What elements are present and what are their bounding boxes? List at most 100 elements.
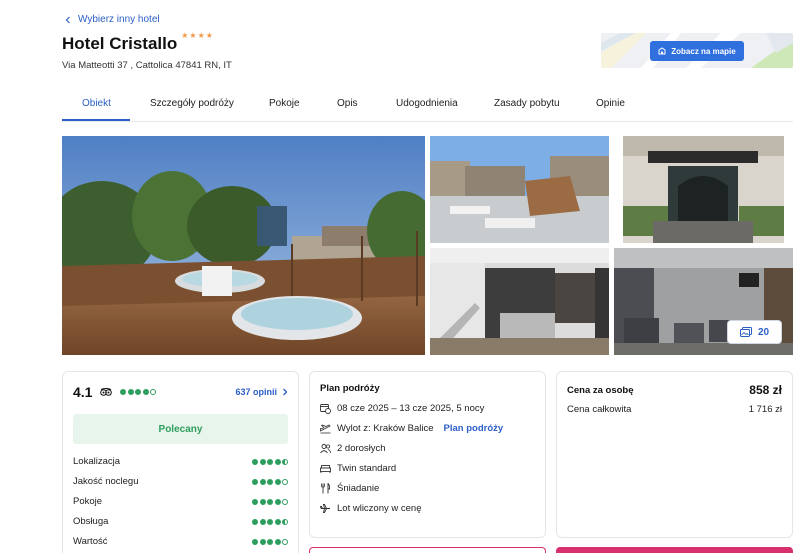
price-total-label: Cena całkowita [567,403,632,415]
rating-category-dots [252,538,288,545]
tab-description[interactable]: Opis [337,98,358,109]
map-button-label: Zobacz na mapie [671,46,736,56]
rating-dot [274,458,281,465]
tab-rooms[interactable]: Pokoje [269,98,300,109]
rating-dot [252,518,258,525]
trip-plan-title: Plan podróży [320,383,380,394]
rating-dot [252,538,258,545]
rating-category-row: Jakość noclegu [73,476,288,487]
chevron-left-icon [65,16,70,23]
rating-dot [282,478,288,485]
rating-category-label: Obsługa [73,516,109,527]
trip-dates: 08 cze 2025 – 13 cze 2025, 5 nocy [337,402,485,414]
rating-score: 4.1 [73,384,93,400]
photo-hotel-entrance[interactable] [623,136,784,243]
rating-category-dots [252,458,288,465]
main-photo-rooftop-jacuzzi[interactable] [62,136,425,355]
tab-amenities[interactable]: Udogodnienia [396,98,458,109]
room-row: Twin standard [320,462,535,474]
rating-category-label: Lokalizacja [73,456,120,467]
bed-icon [320,464,331,473]
rating-dot [120,389,127,395]
rating-dot [274,498,281,505]
section-tabs: Obiekt Szczegóły podróży Pokoje Opis Udo… [62,92,793,122]
back-to-hotels-link[interactable]: Wybierz inny hotel [64,14,160,25]
hotel-address: Via Matteotti 37 , Cattolica 47841 RN, I… [62,60,232,71]
rating-dot [142,389,149,395]
active-tab-indicator [62,119,130,121]
star-icon: ★ [197,31,205,40]
rating-category-label: Wartość [73,536,108,547]
rating-dot [274,478,281,485]
gallery-icon [739,327,752,337]
rating-category-row: Lokalizacja [73,456,288,467]
rating-dot [259,478,266,485]
tab-trip-details[interactable]: Szczegóły podróży [150,98,234,109]
reviews-link[interactable]: 637 opinii [235,387,288,397]
rating-dot [282,498,288,505]
board-row: Śniadanie [320,482,535,494]
hotel-name: Hotel Cristallo [62,34,178,53]
rating-card: 4.1 637 opinii Polecany Lokalizacja Jakoś… [62,371,299,553]
photo-count: 20 [757,326,770,338]
rating-dot [127,389,134,395]
hotel-title-row: Hotel Cristallo ★ ★ ★ ★ [62,32,213,54]
rating-dot [282,518,288,525]
room-type: Twin standard [337,462,397,474]
trip-plan-card: Plan podróży 08 cze 2025 – 13 cze 2025, … [309,371,546,538]
cutlery-icon [321,482,331,493]
price-card: Cena za osobę 858 zł Cena całkowita 1 71… [556,371,793,538]
rating-dot [259,538,266,545]
users-icon [320,443,331,453]
rating-dot [267,538,273,545]
rating-dot [267,498,273,505]
rating-dot [282,458,288,465]
rating-dot [259,518,266,525]
rating-category-label: Pokoje [73,496,103,507]
trip-dates-row: 08 cze 2025 – 13 cze 2025, 5 nocy [320,402,535,414]
star-icon: ★ [205,31,213,40]
plane-takeoff-icon [320,424,331,433]
guests-count: 2 dorosłych [337,442,386,454]
photo-lobby-bar[interactable] [430,248,609,355]
departure-row: Wylot z: Kraków Balice Plan podróży [320,422,535,434]
rating-dot [150,389,157,395]
rating-dot [274,518,281,525]
show-on-map-button[interactable]: Zobacz na mapie [650,41,744,61]
rating-category-dots [252,478,288,485]
photo-count-button[interactable]: 20 [727,320,782,344]
guests-row: 2 dorosłych [320,442,535,454]
board-type: Śniadanie [337,482,380,494]
plane-icon [320,503,330,513]
flight-row: Lot wliczony w cenę [320,502,535,514]
rating-dot [252,458,258,465]
tab-property[interactable]: Obiekt [82,98,111,109]
hotel-stars: ★ ★ ★ ★ [181,32,213,40]
rating-category-row: Pokoje [73,496,288,507]
star-icon: ★ [189,31,197,40]
calendar-plane-icon [320,403,331,414]
rating-dot [267,458,273,465]
photo-rooftop-terrace[interactable] [430,136,609,243]
rating-category-row: Wartość [73,536,288,547]
chevron-right-icon [283,388,288,396]
secondary-action-button[interactable] [309,547,546,553]
rating-category-dots [252,498,288,505]
overall-rating-dots [120,389,157,395]
rating-dot [135,389,142,395]
rating-dot [259,498,266,505]
tab-rules[interactable]: Zasady pobytu [494,98,560,109]
primary-action-button[interactable] [556,547,793,553]
rating-dot [267,518,273,525]
trip-plan-link[interactable]: Plan podróży [444,423,504,434]
price-per-person-value: 858 zł [749,383,782,397]
back-link-label: Wybierz inny hotel [78,14,160,25]
tab-reviews[interactable]: Opinie [596,98,625,109]
rating-dot [267,478,273,485]
flight-included: Lot wliczony w cenę [337,502,422,514]
departure-airport: Wylot z: Kraków Balice [337,422,434,434]
rating-category-row: Obsługa [73,516,288,527]
price-total-value: 1 716 zł [748,403,782,415]
rating-dot [274,538,281,545]
rating-dot [282,538,288,545]
